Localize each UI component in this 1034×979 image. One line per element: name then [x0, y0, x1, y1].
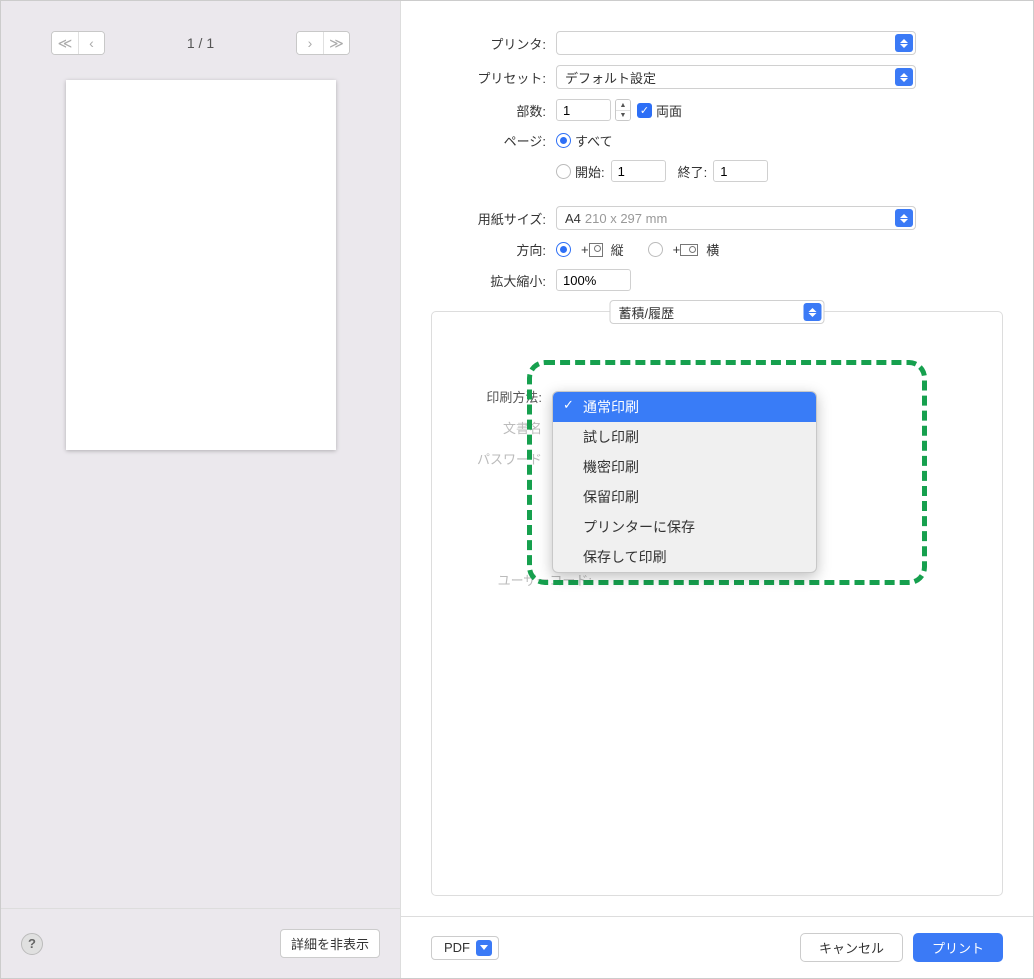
landscape-icon — [680, 244, 698, 256]
orient-h-label: 横 — [706, 240, 719, 259]
cancel-button[interactable]: キャンセル — [800, 933, 903, 962]
chevron-updown-icon — [895, 68, 913, 86]
preview-footer: ? 詳細を非表示 — [1, 908, 400, 978]
chevron-updown-icon — [804, 303, 822, 321]
dd-item-locked[interactable]: 機密印刷 — [553, 452, 816, 482]
paper-select[interactable]: A4 210 x 297 mm — [556, 206, 916, 230]
pdf-label: PDF — [444, 940, 470, 955]
portrait-icon — [589, 243, 603, 257]
orient-v-label: 縦 — [611, 240, 624, 259]
scale-row: 拡大縮小: — [441, 269, 993, 291]
preset-select[interactable]: デフォルト設定 — [556, 65, 916, 89]
dd-item-stored[interactable]: プリンターに保存 — [553, 512, 816, 542]
dd-item-hold[interactable]: 保留印刷 — [553, 482, 816, 512]
chevron-updown-icon — [895, 209, 913, 227]
print-method-label: 印刷方法: — [462, 387, 552, 406]
paper-label: 用紙サイズ: — [441, 209, 556, 228]
page-fwd-group: › ≫ — [296, 31, 350, 55]
preset-value: デフォルト設定 — [565, 68, 656, 87]
password-label: パスワード — [462, 449, 552, 468]
orient-label: 方向: — [441, 240, 556, 259]
settings-panel: プリンタ: プリセット: デフォルト設定 部数: — [401, 1, 1033, 978]
printer-row: プリンタ: — [441, 31, 993, 55]
orient-row: 方向: + 縦 + 横 — [441, 240, 993, 259]
copies-stepper[interactable]: ▲ ▼ — [615, 99, 631, 121]
preset-row: プリセット: デフォルト設定 — [441, 65, 993, 89]
usercode-row: ユーザーコード: — [462, 570, 972, 589]
pdf-dropdown[interactable]: PDF — [431, 936, 499, 960]
from-label: 開始: — [575, 162, 605, 181]
main-area: ≪ ‹ 1 / 1 › ≫ ? 詳細を非表示 プリンタ: — [1, 1, 1033, 978]
chevron-updown-icon — [895, 34, 913, 52]
pages-row: ページ: すべて — [441, 131, 993, 150]
last-page-button[interactable]: ≫ — [323, 32, 349, 54]
pages-all-label: すべて — [575, 131, 613, 150]
pages-range-row: 開始: 終了: — [441, 160, 993, 182]
prev-page-button[interactable]: ‹ — [78, 32, 104, 54]
paper-value: A4 — [565, 211, 581, 226]
bottom-bar: PDF キャンセル プリント — [401, 916, 1033, 978]
duplex-label: 両面 — [656, 101, 682, 120]
copies-input[interactable] — [556, 99, 611, 121]
paper-dims: 210 x 297 mm — [585, 211, 667, 226]
page-back-group: ≪ ‹ — [51, 31, 105, 55]
doc-name-label: 文書名 — [462, 418, 552, 437]
preview-panel: ≪ ‹ 1 / 1 › ≫ ? 詳細を非表示 — [1, 1, 401, 978]
usercode-label: ユーザーコード: — [462, 570, 602, 589]
to-label: 終了: — [678, 162, 708, 181]
storage-panel: 蓄積/履歴 印刷方法: 通常印刷 試し印刷 機密印刷 保留印刷 プリンターに保存 — [431, 311, 1003, 896]
scale-input[interactable] — [556, 269, 631, 291]
orient-portrait-radio[interactable] — [556, 242, 571, 257]
printer-value — [565, 34, 643, 53]
chevron-down-icon — [476, 940, 492, 956]
pages-label: ページ: — [441, 131, 556, 150]
print-method-dropdown: 通常印刷 試し印刷 機密印刷 保留印刷 プリンターに保存 保存して印刷 — [552, 391, 817, 573]
hide-details-button[interactable]: 詳細を非表示 — [280, 929, 380, 958]
category-value: 蓄積/履歴 — [619, 303, 675, 322]
help-button[interactable]: ? — [21, 933, 43, 955]
orient-landscape-radio[interactable] — [648, 242, 663, 257]
paper-row: 用紙サイズ: A4 210 x 297 mm — [441, 206, 993, 230]
next-page-button[interactable]: › — [297, 32, 323, 54]
page-counter: 1 / 1 — [187, 35, 214, 51]
dd-item-store-print[interactable]: 保存して印刷 — [553, 542, 816, 572]
form-area: プリンタ: プリセット: デフォルト設定 部数: — [401, 1, 1033, 311]
print-method-row: 印刷方法: 通常印刷 試し印刷 機密印刷 保留印刷 プリンターに保存 保存して印… — [462, 387, 972, 406]
pages-all-radio[interactable] — [556, 133, 571, 148]
step-down-button[interactable]: ▼ — [616, 110, 630, 120]
category-select[interactable]: 蓄積/履歴 — [610, 300, 825, 324]
first-page-button[interactable]: ≪ — [52, 32, 78, 54]
page-preview — [66, 80, 336, 450]
copies-label: 部数: — [441, 101, 556, 120]
to-input[interactable] — [713, 160, 768, 182]
pages-range-radio[interactable] — [556, 164, 571, 179]
pager: ≪ ‹ 1 / 1 › ≫ — [1, 1, 400, 70]
dd-item-sample[interactable]: 試し印刷 — [553, 422, 816, 452]
copies-row: 部数: ▲ ▼ ✓ 両面 — [441, 99, 993, 121]
from-input[interactable] — [611, 160, 666, 182]
printer-label: プリンタ: — [441, 34, 556, 53]
print-button[interactable]: プリント — [913, 933, 1003, 962]
step-up-button[interactable]: ▲ — [616, 100, 630, 110]
dd-item-normal[interactable]: 通常印刷 — [553, 392, 816, 422]
preset-label: プリセット: — [441, 68, 556, 87]
scale-label: 拡大縮小: — [441, 271, 556, 290]
print-dialog: ≪ ‹ 1 / 1 › ≫ ? 詳細を非表示 プリンタ: — [0, 0, 1034, 979]
printer-select[interactable] — [556, 31, 916, 55]
duplex-checkbox[interactable]: ✓ — [637, 103, 652, 118]
